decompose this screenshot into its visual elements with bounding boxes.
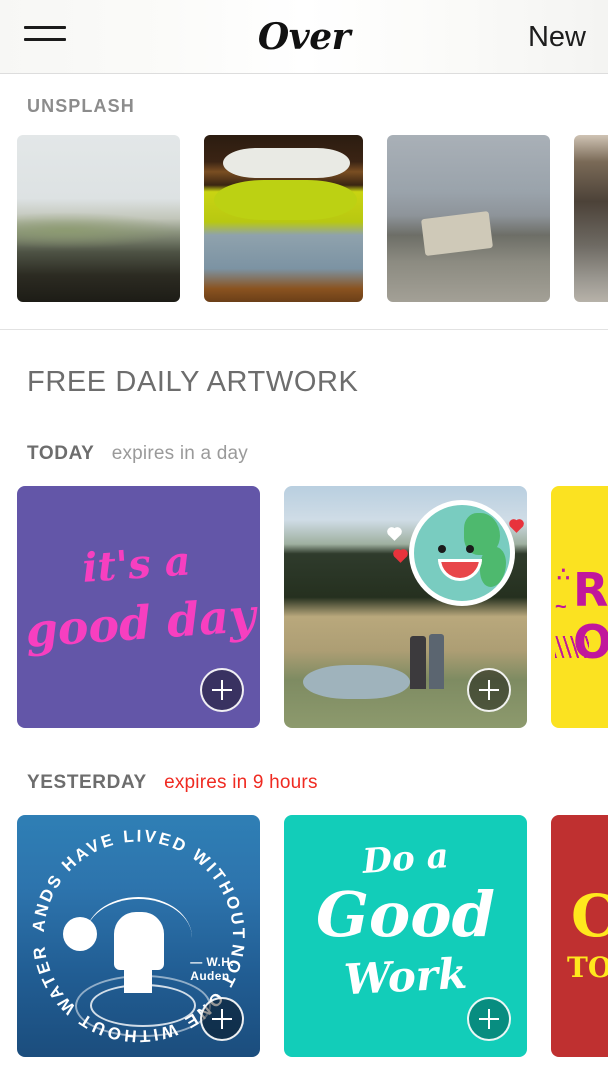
heart-icon	[510, 520, 523, 533]
credit-line-1: — W.H.	[190, 955, 234, 969]
artwork-row-yesterday[interactable]: THOUSANDS HAVE LIVED WITHOUT LOVE NOT ON…	[0, 815, 608, 1057]
artwork-line-1: R	[573, 563, 608, 617]
add-artwork-button[interactable]	[200, 668, 244, 712]
app-header: Over New	[0, 0, 608, 74]
group-header-yesterday: YESTERDAY expires in 9 hours	[27, 772, 608, 794]
artwork-line-1: C	[571, 882, 608, 950]
add-artwork-button[interactable]	[200, 997, 244, 1041]
artwork-card[interactable]: it's a good day	[17, 486, 260, 728]
spark-decoration: ∴	[557, 564, 570, 586]
new-project-button[interactable]: New	[528, 0, 586, 74]
group-day-label: YESTERDAY	[27, 772, 147, 793]
unsplash-thumbnail[interactable]	[204, 135, 363, 302]
heart-icon	[388, 528, 401, 541]
unsplash-thumbnail[interactable]	[17, 135, 180, 302]
artwork-card[interactable]: Do a Good Work	[284, 815, 527, 1057]
plus-icon	[212, 1009, 232, 1029]
group-day-label: TODAY	[27, 443, 95, 464]
artwork-line-2: O	[573, 615, 608, 669]
unsplash-thumbnail[interactable]	[387, 135, 550, 302]
free-daily-artwork-section: FREE DAILY ARTWORK TODAY expires in a da…	[0, 330, 608, 1057]
heart-icon	[394, 550, 407, 563]
add-artwork-button[interactable]	[467, 997, 511, 1041]
svg-text:THOUSANDS HAVE LIVED WITHOUT L: THOUSANDS HAVE LIVED WITHOUT LOVE	[17, 815, 248, 941]
unsplash-thumbnail[interactable]	[574, 135, 608, 302]
artwork-card[interactable]: THOUSANDS HAVE LIVED WITHOUT LOVE NOT ON…	[17, 815, 260, 1057]
person	[428, 633, 445, 690]
person	[409, 635, 426, 690]
sticker-mouth	[438, 559, 482, 581]
sticker-eye	[438, 545, 446, 553]
plus-icon	[212, 680, 232, 700]
credit-line-2: Auden	[190, 969, 230, 983]
artwork-line-1: it's a	[80, 537, 193, 592]
artwork-lettering: R O	[573, 564, 608, 668]
plus-icon	[479, 1009, 499, 1029]
app-logo: Over	[257, 15, 351, 58]
group-header-today: TODAY expires in a day	[27, 443, 608, 465]
earth-sticker-icon	[409, 500, 515, 606]
artwork-credit: — W.H. Auden	[190, 955, 234, 983]
artwork-card[interactable]	[284, 486, 527, 728]
sticker-landmass	[480, 547, 506, 587]
photo-people	[391, 631, 445, 690]
artwork-card[interactable]: ∴ ~ R O	[551, 486, 608, 728]
unsplash-thumbnail-row[interactable]	[0, 135, 608, 302]
unsplash-section-label: UNSPLASH	[27, 96, 135, 116]
artwork-lettering: Do a Good Work	[284, 836, 527, 1004]
sticker-eye	[466, 545, 474, 553]
artwork-card[interactable]: C TO	[551, 815, 608, 1057]
artwork-line-2: Good	[315, 878, 495, 951]
artwork-line-2: TO	[567, 951, 608, 984]
artwork-lettering: it's a good day	[17, 528, 260, 661]
group-expiry-label: expires in a day	[111, 443, 248, 464]
artwork-line-2: good day	[23, 587, 258, 658]
artwork-row-today[interactable]: it's a good day ∴ ~ R O	[0, 486, 608, 728]
section-title: FREE DAILY ARTWORK	[27, 366, 359, 398]
plus-icon	[479, 680, 499, 700]
unsplash-section: UNSPLASH	[0, 74, 608, 330]
spark-decoration: ~	[555, 596, 567, 618]
add-artwork-button[interactable]	[467, 668, 511, 712]
group-expiry-label: expires in 9 hours	[164, 772, 318, 793]
